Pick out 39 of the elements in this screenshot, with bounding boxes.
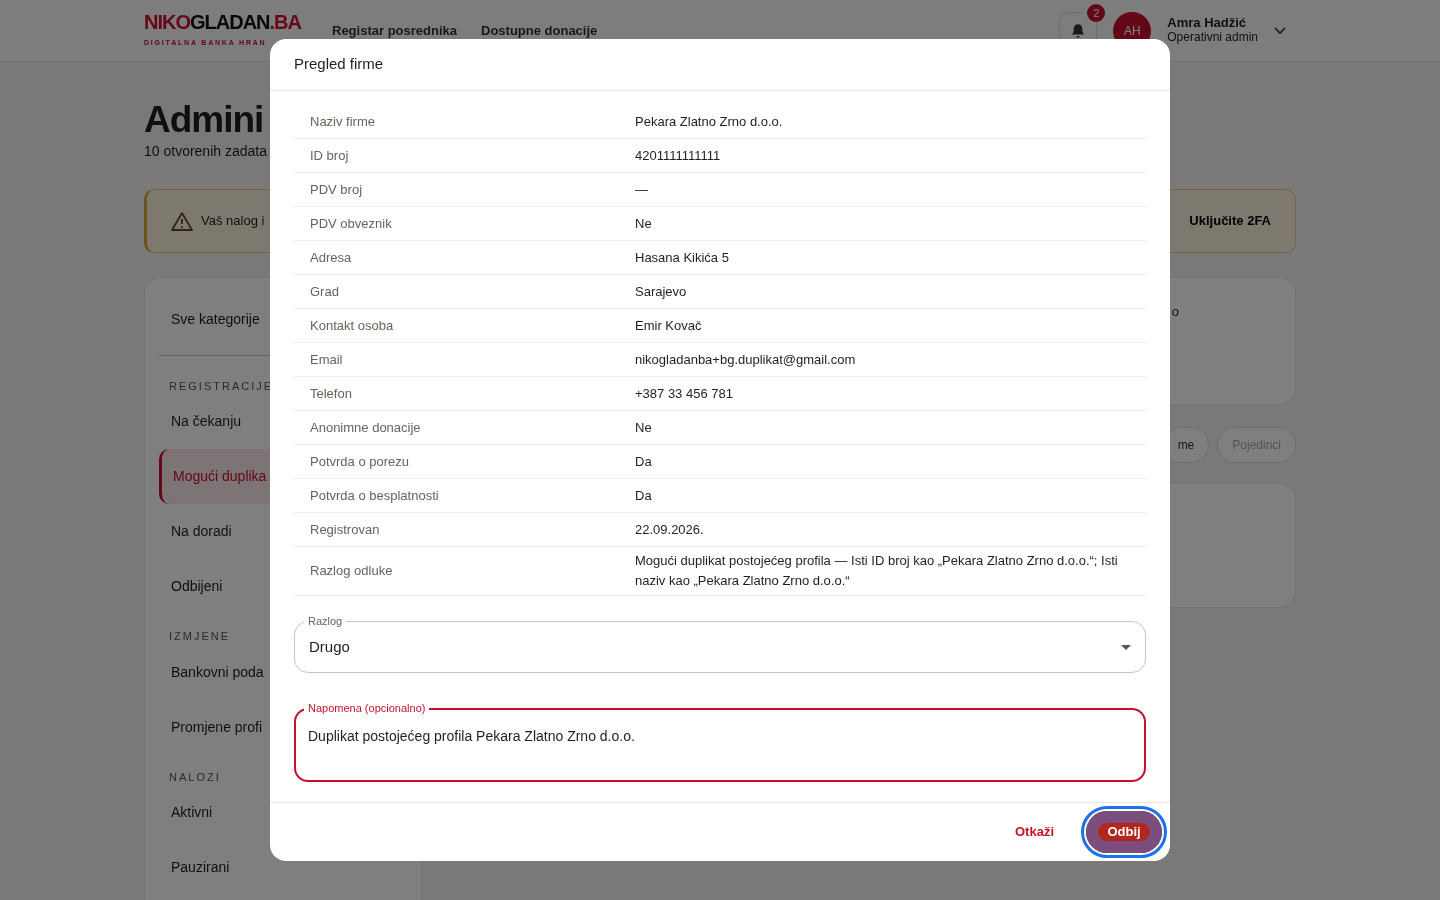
- detail-value: —: [635, 180, 649, 199]
- detail-label: Potvrda o porezu: [309, 452, 410, 471]
- detail-label: Potvrda o besplatnosti: [309, 486, 440, 505]
- sidebar-heading: REGISTRACIJE: [168, 378, 275, 394]
- notification-badge: 2: [1087, 3, 1106, 22]
- warning-text: Vaš nalog i: [201, 211, 265, 230]
- detail-value: 4201111111111: [635, 146, 722, 165]
- detail-value: Ne: [635, 418, 653, 437]
- detail-label: PDV obveznik: [309, 214, 393, 233]
- detail-label: Email: [309, 350, 344, 369]
- detail-label: ID broj: [309, 146, 350, 165]
- detail-value: +387 33 456 781: [635, 384, 734, 403]
- detail-value: Emir Kovač: [635, 316, 703, 335]
- detail-label: Adresa: [309, 248, 353, 267]
- detail-label: Grad: [309, 282, 340, 301]
- detail-label: Naziv firme: [309, 112, 376, 131]
- detail-value: Mogući duplikat postojećeg profila — Isti ID broj kao „Pekara Zlatno Zrno d.o.o.“; Isti naziv kao „Pekara Zlatno Zrno d.o.o.“: [635, 552, 1119, 590]
- detail-label: PDV broj: [309, 180, 364, 199]
- detail-value: nikogladanba+bg.duplikat@gmail.com: [635, 350, 857, 369]
- detail-value: Ne: [635, 214, 653, 233]
- detail-label: Razlog odluke: [309, 562, 394, 581]
- sidebar-heading: NALOZI: [168, 769, 222, 785]
- page-subtitle: 10 otvorenih zadata: [144, 141, 267, 161]
- detail-value: Da: [635, 452, 653, 471]
- dialog-title: Pregled firme: [294, 54, 384, 75]
- detail-value: Hasana Kikića 5: [635, 248, 730, 267]
- detail-label: Telefon: [309, 384, 353, 403]
- detail-label: Anonimne donacije: [309, 418, 422, 437]
- page-title: Admini: [144, 100, 264, 141]
- sidebar-heading: IZMJENE: [168, 629, 232, 645]
- detail-value: 22.09.2026.: [635, 520, 705, 539]
- detail-label: Registrovan: [309, 520, 381, 539]
- user-role: Operativni admin: [1167, 31, 1258, 45]
- detail-value: Sarajevo: [635, 282, 688, 301]
- card-text: o: [1171, 302, 1179, 321]
- detail-value: Da: [635, 486, 653, 505]
- detail-label: Kontakt osoba: [309, 316, 395, 335]
- detail-value: Pekara Zlatno Zrno d.o.o.: [635, 112, 784, 131]
- user-name: Amra Hadžić: [1167, 16, 1248, 32]
